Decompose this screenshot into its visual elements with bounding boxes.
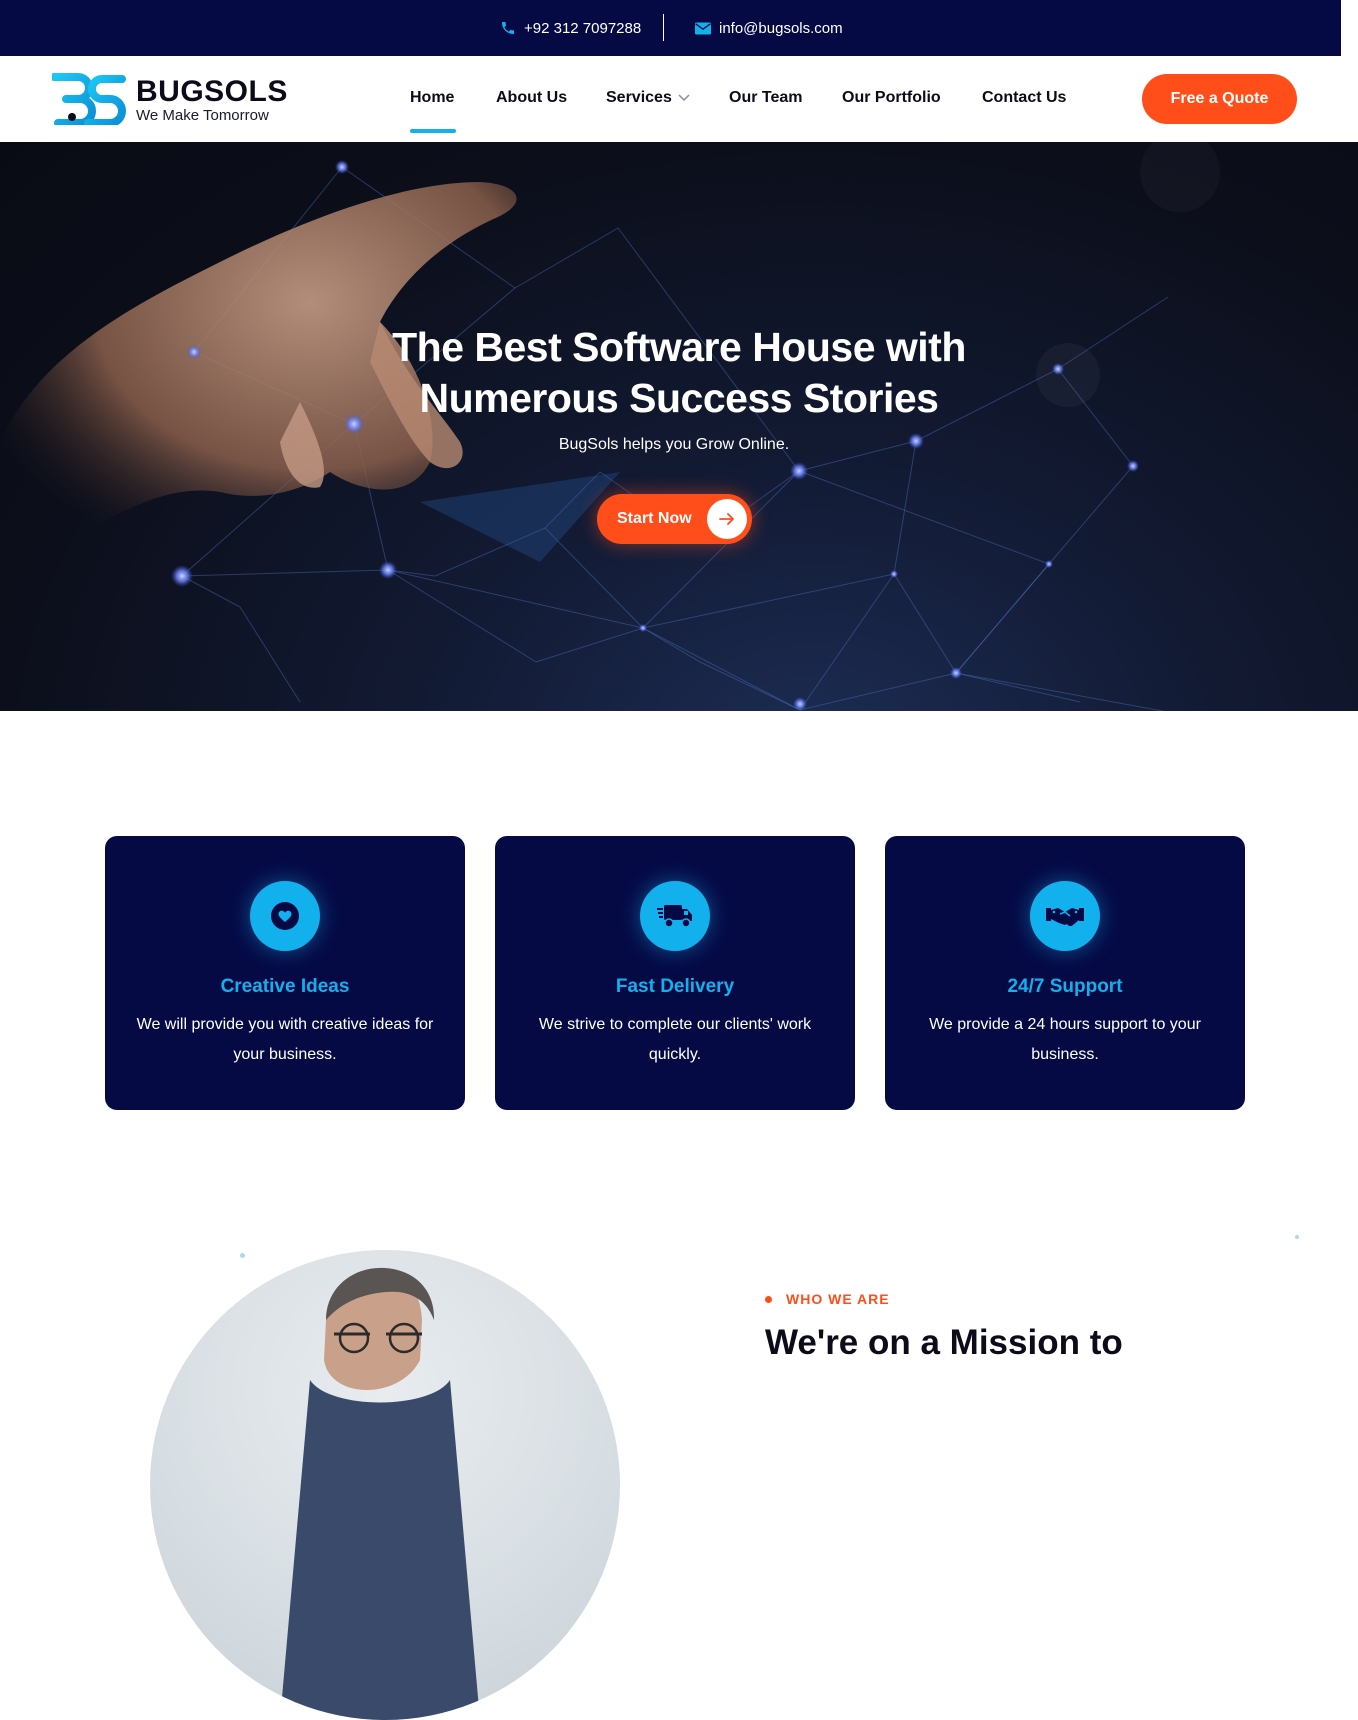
nav-services-label: Services (606, 89, 672, 106)
start-now-button[interactable]: Start Now (597, 494, 752, 544)
handshake-icon (1030, 881, 1100, 951)
nav-contact-us[interactable]: Contact Us (982, 89, 1066, 107)
hero-subtitle: BugSols helps you Grow Online. (558, 436, 790, 453)
hero-section: The Best Software House with Numerous Su… (0, 142, 1358, 711)
envelope-icon (695, 22, 711, 34)
feature-title: Fast Delivery (615, 976, 735, 997)
feature-card-support: 24/7 Support We provide a 24 hours suppo… (885, 836, 1245, 1110)
hero-title-line1: The Best Software House with (392, 324, 966, 370)
person-photo-graphic (280, 1267, 480, 1720)
nav-home[interactable]: Home (410, 89, 454, 107)
feature-title: Creative Ideas (220, 976, 350, 997)
decorative-dot (1295, 1235, 1299, 1239)
nav-about-us[interactable]: About Us (496, 89, 567, 107)
heart-icon (250, 881, 320, 951)
email-contact[interactable]: info@bugsols.com (695, 0, 843, 56)
delivery-truck-icon (640, 881, 710, 951)
phone-icon (502, 22, 514, 34)
start-now-label: Start Now (617, 510, 692, 527)
nav-our-team[interactable]: Our Team (729, 89, 803, 107)
hero-title: The Best Software House with Numerous Su… (329, 322, 1029, 424)
brand-name: BUGSOLS (136, 75, 288, 108)
section-label: WHO WE ARE (786, 1291, 890, 1307)
bs-monogram-logo (52, 73, 126, 125)
phone-contact[interactable]: +92 312 7097288 (500, 0, 641, 56)
brand-logo[interactable]: BUGSOLS We Make Tomorrow (52, 73, 292, 125)
team-portrait-image (150, 1250, 620, 1720)
top-contact-bar: +92 312 7097288 info@bugsols.com (0, 0, 1341, 56)
section-label-dot (765, 1296, 772, 1303)
email-address: info@bugsols.com (719, 19, 843, 37)
decorative-dot (240, 1253, 245, 1258)
network-background-graphic (0, 160, 1169, 711)
feature-card-creative-ideas: Creative Ideas We will provide you with … (105, 836, 465, 1110)
phone-number: +92 312 7097288 (524, 19, 642, 37)
hero-title-line2: Numerous Success Stories (419, 375, 939, 421)
main-navbar: BUGSOLS We Make Tomorrow Home About Us S… (0, 56, 1358, 142)
nav-services[interactable]: Services (606, 89, 690, 107)
nav-our-portfolio[interactable]: Our Portfolio (842, 89, 941, 107)
feature-card-fast-delivery: Fast Delivery We strive to complete our … (495, 836, 855, 1110)
feature-title: 24/7 Support (1007, 976, 1123, 997)
brand-tagline: We Make Tomorrow (136, 107, 269, 124)
nav-active-indicator (410, 129, 456, 133)
feature-description: We will provide you with creative ideas … (136, 1016, 434, 1063)
free-quote-button[interactable]: Free a Quote (1142, 74, 1297, 124)
contact-divider (663, 14, 664, 41)
chevron-down-icon (678, 94, 690, 102)
feature-description: We provide a 24 hours support to your bu… (929, 1016, 1201, 1063)
feature-description: We strive to complete our clients' work … (538, 1016, 812, 1063)
section-heading: We're on a Mission to (765, 1323, 1123, 1362)
arrow-right-icon (707, 499, 747, 539)
